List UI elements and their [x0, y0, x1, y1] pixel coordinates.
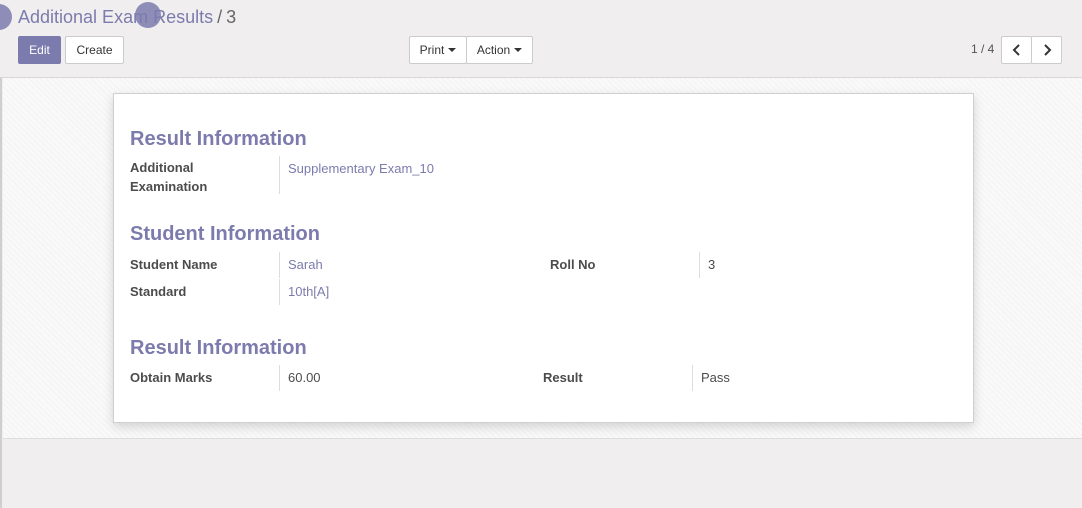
- field-value-roll-no: 3: [699, 252, 715, 278]
- chevron-left-icon: [1012, 44, 1020, 56]
- field-value-result: Pass: [692, 365, 730, 391]
- caret-down-icon: [514, 48, 523, 52]
- decorative-circle: [0, 4, 12, 30]
- field-label-result: Result: [543, 370, 583, 385]
- control-panel: Additional Exam Results/3 Edit Create Pr…: [0, 0, 1082, 78]
- chevron-right-icon: [1043, 44, 1051, 56]
- field-label-student-name: Student Name: [130, 257, 218, 272]
- pager-previous-button[interactable]: [1001, 36, 1032, 64]
- breadcrumb: Additional Exam Results/3: [18, 7, 236, 28]
- pager-value[interactable]: 1 / 4: [971, 42, 994, 56]
- action-label: Action: [476, 43, 511, 57]
- left-edge-border: [0, 78, 2, 508]
- action-dropdown[interactable]: Action: [466, 36, 533, 64]
- field-label-additional-examination: Additional Examination: [130, 160, 208, 194]
- breadcrumb-separator: /: [217, 7, 223, 27]
- field-label-standard: Standard: [130, 284, 187, 299]
- field-value-obtain-marks: 60.00: [279, 365, 321, 391]
- field-value-student-name[interactable]: Sarah: [279, 252, 323, 278]
- pager-next-button[interactable]: [1031, 36, 1062, 64]
- field-value-standard[interactable]: 10th[A]: [279, 279, 329, 305]
- print-label: Print: [419, 43, 445, 57]
- field-label-roll-no: Roll No: [550, 257, 596, 272]
- section-title-result-information: Result Information: [130, 128, 307, 150]
- section-title-result-information-2: Result Information: [130, 337, 307, 359]
- create-button[interactable]: Create: [65, 36, 124, 64]
- field-value-additional-examination[interactable]: Supplementary Exam_10: [279, 156, 434, 194]
- breadcrumb-current: 3: [226, 7, 237, 27]
- caret-down-icon: [448, 48, 457, 52]
- section-title-student-information: Student Information: [130, 223, 320, 245]
- edit-button[interactable]: Edit: [18, 36, 61, 64]
- field-label-obtain-marks: Obtain Marks: [130, 370, 213, 385]
- decorative-circle: [135, 2, 161, 28]
- print-dropdown[interactable]: Print: [409, 36, 467, 64]
- form-sheet: Result Information Additional Examinatio…: [113, 93, 974, 423]
- breadcrumb-parent-link[interactable]: Additional Exam Results: [18, 7, 213, 27]
